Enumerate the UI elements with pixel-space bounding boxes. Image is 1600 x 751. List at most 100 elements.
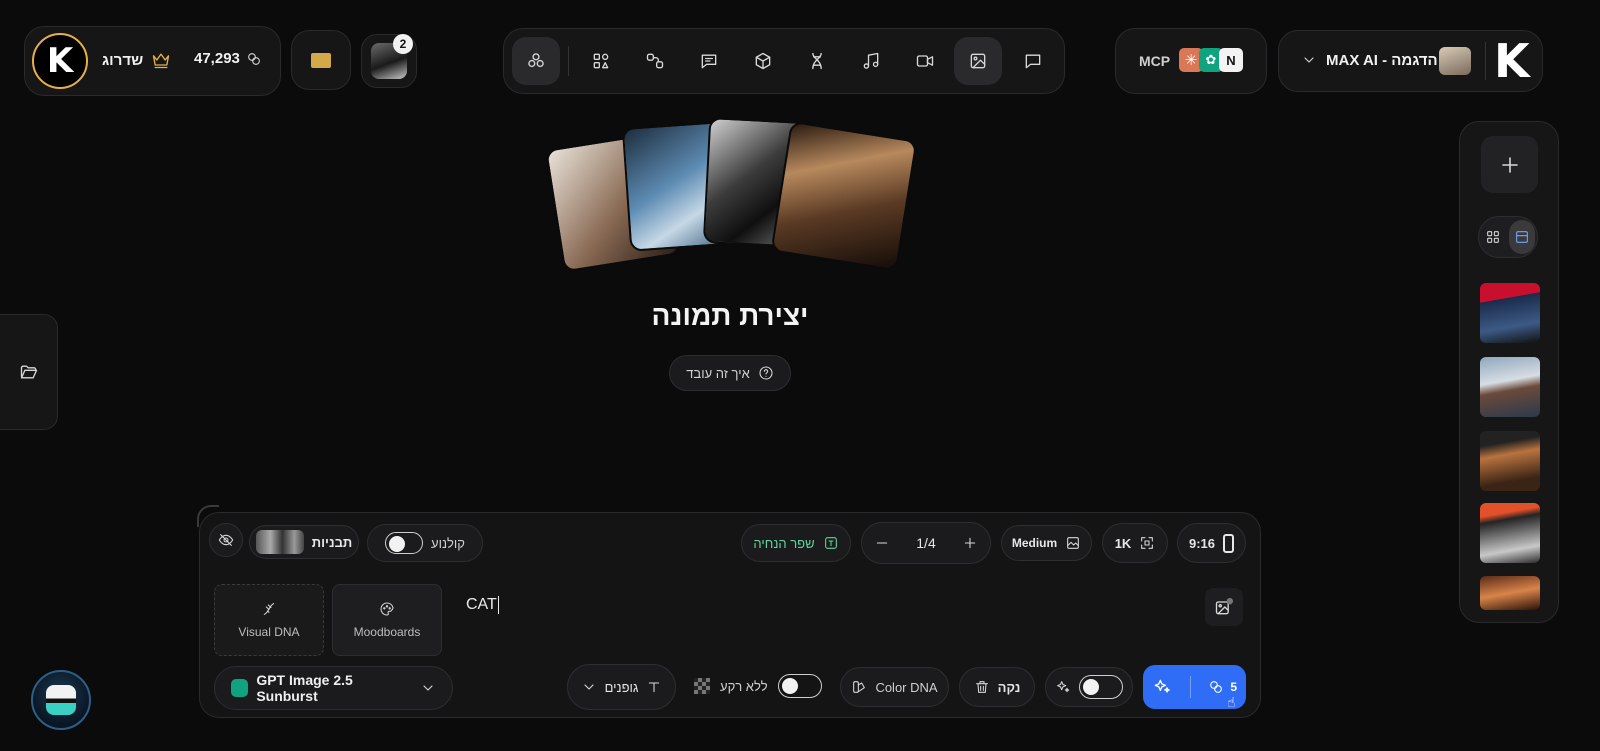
assistant-avatar-button[interactable]	[31, 670, 91, 730]
upgrade-button[interactable]: שדרוג	[102, 50, 171, 70]
text-box-icon	[823, 535, 839, 551]
how-it-works-button[interactable]: איך זה עובד	[669, 355, 791, 391]
avatar-logo-letter: K	[46, 41, 74, 81]
no-background-toggle-group: ללא רקע	[694, 674, 822, 698]
color-dna-label: Color DNA	[875, 679, 938, 695]
auto-enhance-toggle[interactable]	[1079, 675, 1123, 699]
nodes-icon	[645, 51, 665, 71]
lens-label: קולנוע	[431, 535, 465, 551]
music-note-icon	[861, 51, 881, 71]
message-lines-icon	[699, 51, 719, 71]
tool-dna-button[interactable]	[802, 46, 832, 76]
clear-label: נקה	[997, 679, 1021, 695]
moodboards-button[interactable]: Moodboards	[332, 584, 442, 656]
tool-3d-button[interactable]	[748, 46, 778, 76]
auto-enhance-button[interactable]	[1045, 667, 1133, 707]
fonts-chevron-icon	[581, 679, 597, 695]
hide-button[interactable]	[209, 523, 243, 557]
prompt-text: CAT	[466, 596, 497, 614]
image-count-stepper: 1/4	[861, 522, 991, 564]
clear-button[interactable]: נקה	[959, 667, 1035, 707]
generate-sparkle-icon	[1152, 677, 1172, 697]
tool-comment-button[interactable]	[1018, 46, 1048, 76]
increment-button[interactable]	[962, 535, 978, 551]
page-title: יצירת תמונה	[651, 300, 809, 331]
profile-avatar[interactable]: K	[32, 33, 88, 89]
templates-thumbnail	[255, 530, 304, 554]
video-camera-icon	[915, 51, 935, 71]
aspect-ratio-label: 9:16	[1188, 535, 1216, 551]
new-generation-button[interactable]	[1481, 136, 1538, 193]
model-label: GPT Image 2.5 Sunburst	[256, 672, 353, 704]
how-it-works-label: איך זה עובד	[686, 365, 750, 381]
history-thumb-5[interactable]	[1480, 576, 1540, 610]
generate-divider	[1189, 676, 1191, 698]
history-thumb-1[interactable]	[1480, 283, 1540, 343]
tool-music-button[interactable]	[856, 46, 886, 76]
color-dna-button[interactable]: Color DNA	[840, 667, 949, 707]
toolbar-divider	[568, 46, 569, 76]
model-chevron-icon	[420, 680, 436, 696]
credits-display[interactable]: 47,293	[194, 50, 262, 67]
speech-bubble-icon	[1023, 51, 1043, 71]
openai-model-icon	[231, 679, 249, 697]
model-selector[interactable]: GPT Image 2.5 Sunburst	[214, 666, 453, 710]
resolution-select[interactable]: 1K	[1102, 523, 1168, 563]
no-background-toggle[interactable]	[777, 674, 822, 698]
decrement-button[interactable]	[874, 535, 890, 551]
history-thumb-3[interactable]	[1480, 431, 1540, 491]
plus-icon	[1498, 153, 1522, 177]
generate-cost-group: 5	[1208, 679, 1237, 695]
templates-button[interactable]: תבניות	[249, 525, 359, 559]
quality-select[interactable]: Medium	[1001, 525, 1092, 561]
text-cursor	[497, 596, 499, 614]
text-type-icon	[646, 679, 662, 695]
no-background-label: ללא רקע	[720, 678, 768, 694]
shapes-grid-icon	[591, 51, 611, 71]
layout-panel-icon	[1514, 229, 1530, 245]
single-view-button[interactable]	[1509, 220, 1535, 254]
credits-value: 47,293	[194, 50, 240, 67]
history-thumb-4[interactable]	[1480, 503, 1540, 563]
tool-chat-button[interactable]	[694, 46, 724, 76]
improve-prompt-button[interactable]: שפר הנחיה	[741, 524, 851, 562]
aspect-ratio-select[interactable]: 9:16	[1177, 523, 1246, 563]
visual-dna-button[interactable]: Visual DNA	[214, 584, 324, 656]
generate-cost: 5	[1230, 680, 1238, 694]
tool-apps-button[interactable]	[586, 46, 616, 76]
quality-label: Medium	[1011, 536, 1058, 550]
tool-nodes-button[interactable]	[640, 46, 670, 76]
sparkle-small-icon	[1055, 679, 1071, 695]
image-icon	[968, 51, 988, 71]
templates-label: תבניות	[311, 534, 353, 550]
dna-strand-icon	[261, 601, 277, 617]
portrait-ratio-icon	[1223, 533, 1235, 553]
folder-button[interactable]	[291, 30, 351, 90]
notion-icon: N	[1219, 48, 1243, 72]
lens-toggle-button[interactable]: קולנוע	[367, 524, 483, 562]
tool-video-button[interactable]	[910, 46, 940, 76]
add-reference-image-button[interactable]	[1205, 588, 1243, 626]
hexagon-cluster-icon	[526, 51, 546, 71]
image-plus-icon	[1214, 597, 1234, 617]
prompt-input[interactable]: CAT	[466, 596, 1166, 626]
expand-frame-icon	[1139, 535, 1155, 551]
chevron-down-icon	[1301, 52, 1317, 68]
pointer-cursor-icon: ☝	[1227, 694, 1236, 710]
fonts-label: גופנים	[604, 679, 639, 695]
fonts-selector[interactable]: גופנים	[567, 664, 676, 710]
brand-logo: K	[1494, 34, 1530, 88]
integration-icons: ✳ ✿ N	[1179, 48, 1243, 72]
cinema-toggle[interactable]	[385, 532, 424, 554]
tool-flow-button[interactable]	[512, 37, 560, 85]
hero-image-fan	[540, 116, 920, 278]
assets-drawer-tab[interactable]	[0, 314, 58, 430]
image-count-value: 1/4	[916, 535, 936, 551]
toolbar-divider-right	[1485, 42, 1486, 80]
tool-image-button[interactable]	[954, 37, 1002, 85]
generate-coins-icon	[1208, 679, 1224, 695]
improve-prompt-label: שפר הנחיה	[753, 535, 815, 551]
workspace-avatar	[1439, 47, 1471, 75]
grid-view-icon[interactable]	[1485, 229, 1501, 245]
history-thumb-2[interactable]	[1480, 357, 1540, 417]
